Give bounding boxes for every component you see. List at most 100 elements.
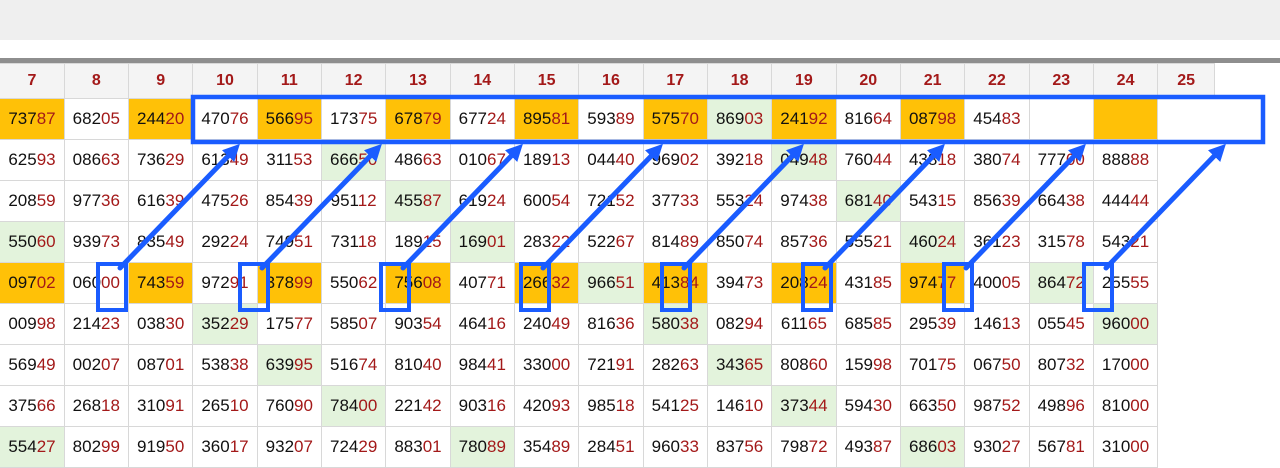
grid-cell: 57570 — [642, 98, 708, 140]
cell-tail-digits: 74 — [358, 355, 378, 374]
grid-cell: 22142 — [385, 385, 451, 427]
grid-cell: 29224 — [192, 221, 258, 263]
cell-tail-digits: 49 — [36, 355, 56, 374]
grid-cell: 58507 — [320, 303, 387, 345]
cell-lead-digits: 266 — [522, 273, 552, 292]
cell-tail-digits: 63 — [101, 150, 120, 169]
cell-tail-digits: 71 — [487, 273, 506, 292]
cell-lead-digits: 330 — [522, 355, 552, 374]
cell-tail-digits: 91 — [229, 273, 249, 292]
grid-cell: 08663 — [63, 139, 129, 181]
column-header-23: 23 — [1028, 63, 1094, 99]
cell-lead-digits: 780 — [458, 437, 488, 456]
cell-lead-digits: 802 — [72, 437, 102, 456]
grid-cell: 49387 — [835, 426, 901, 468]
cell-lead-digits: 044 — [587, 150, 616, 169]
cell-lead-digits: 460 — [908, 232, 938, 251]
cell-lead-digits: 977 — [72, 191, 102, 210]
cell-tail-digits: 00 — [1130, 355, 1150, 374]
cell-tail-digits: 36 — [101, 191, 120, 210]
cell-lead-digits: 966 — [587, 273, 616, 292]
grid-cell: 88301 — [385, 426, 451, 468]
cell-lead-digits: 240 — [522, 314, 552, 333]
cell-tail-digits: 01 — [165, 355, 185, 374]
cell-lead-digits: 814 — [651, 232, 680, 251]
grid-cell: 18915 — [385, 221, 451, 263]
grid-cell: 98752 — [964, 385, 1030, 427]
grid-cell: 17000 — [1092, 344, 1159, 386]
cell-tail-digits: 38 — [808, 191, 828, 210]
grid-cell: 54125 — [642, 385, 708, 427]
grid-cell: 80299 — [63, 426, 129, 468]
cell-tail-digits: 77 — [294, 314, 313, 333]
table-row: 6673556949002070870153838639955167481040… — [0, 344, 1215, 386]
cell-tail-digits: 23 — [101, 314, 120, 333]
cell-lead-digits: 567 — [1037, 437, 1066, 456]
grid-cell: 93207 — [256, 426, 322, 468]
cell-lead-digits: 903 — [458, 396, 488, 415]
grid-cell: 97438 — [771, 180, 837, 222]
grid-cell: 68205 — [63, 98, 129, 140]
grid-cell: 37899 — [256, 262, 322, 304]
grid-cell: 29539 — [899, 303, 966, 345]
cell-lead-digits: 721 — [587, 355, 616, 374]
cell-lead-digits: 555 — [844, 232, 873, 251]
grid-cell: 78400 — [320, 385, 387, 427]
cell-lead-digits: 214 — [72, 314, 102, 333]
grid-cell: 39473 — [706, 262, 773, 304]
cell-lead-digits: 784 — [329, 396, 359, 415]
cell-tail-digits: 24 — [487, 191, 506, 210]
cell-tail-digits: 95 — [294, 355, 313, 374]
grid-cell: 73787 — [0, 98, 65, 140]
cell-lead-digits: 854 — [265, 191, 295, 210]
grid-cell: 40005 — [964, 262, 1030, 304]
cell-lead-digits: 731 — [330, 232, 358, 251]
cell-lead-digits: 493 — [844, 437, 873, 456]
cell-lead-digits: 749 — [265, 232, 295, 251]
cell-tail-digits: 54 — [422, 314, 442, 333]
cell-tail-digits: 18 — [357, 232, 377, 251]
cell-lead-digits: 663 — [908, 396, 938, 415]
cell-tail-digits: 94 — [744, 314, 764, 333]
cell-tail-digits: 63 — [680, 355, 699, 374]
grid-cell: 43185 — [835, 262, 901, 304]
cell-tail-digits: 87 — [872, 437, 892, 456]
cell-lead-digits: 810 — [394, 355, 423, 374]
cell-tail-digits: 40 — [615, 150, 635, 169]
grid-cell: 81664 — [835, 98, 901, 140]
cell-tail-digits: 18 — [744, 150, 764, 169]
column-header-19: 19 — [771, 63, 837, 99]
cell-tail-digits: 91 — [165, 396, 185, 415]
cell-lead-digits: 173 — [329, 109, 359, 128]
cell-tail-digits: 98 — [36, 314, 56, 333]
cell-tail-digits: 70 — [680, 109, 699, 128]
cell-tail-digits: 24 — [487, 109, 506, 128]
cell-lead-digits: 685 — [844, 314, 873, 333]
grid-cell: 54315 — [899, 180, 966, 222]
grid-cell: 55062 — [320, 262, 387, 304]
cell-lead-digits: 951 — [330, 191, 358, 210]
cell-lead-digits: 816 — [844, 109, 873, 128]
cell-tail-digits: 29 — [229, 314, 249, 333]
cell-lead-digits: 721 — [587, 191, 616, 210]
cell-tail-digits: 44 — [872, 150, 892, 169]
cell-lead-digits: 413 — [651, 273, 680, 292]
cell-tail-digits: 60 — [36, 232, 56, 251]
cell-tail-digits: 63 — [422, 150, 442, 169]
cell-tail-digits: 64 — [872, 109, 892, 128]
cell-lead-digits: 810 — [1101, 396, 1131, 415]
grid-cell: 97736 — [63, 180, 129, 222]
column-header-25: 25 — [1157, 63, 1215, 99]
cell-tail-digits: 00 — [1130, 314, 1150, 333]
cell-lead-digits: 594 — [844, 396, 873, 415]
cell-lead-digits: 677 — [458, 109, 488, 128]
grid-cell: 77700 — [1028, 139, 1094, 181]
grid-cell: 76044 — [835, 139, 901, 181]
cell-lead-digits: 625 — [8, 150, 37, 169]
column-header-12: 12 — [320, 63, 387, 99]
cell-lead-digits: 974 — [908, 273, 938, 292]
cell-tail-digits: 01 — [422, 437, 442, 456]
cell-lead-digits: 736 — [137, 150, 166, 169]
cell-tail-digits: 75 — [937, 355, 957, 374]
cell-tail-digits: 10 — [744, 396, 764, 415]
